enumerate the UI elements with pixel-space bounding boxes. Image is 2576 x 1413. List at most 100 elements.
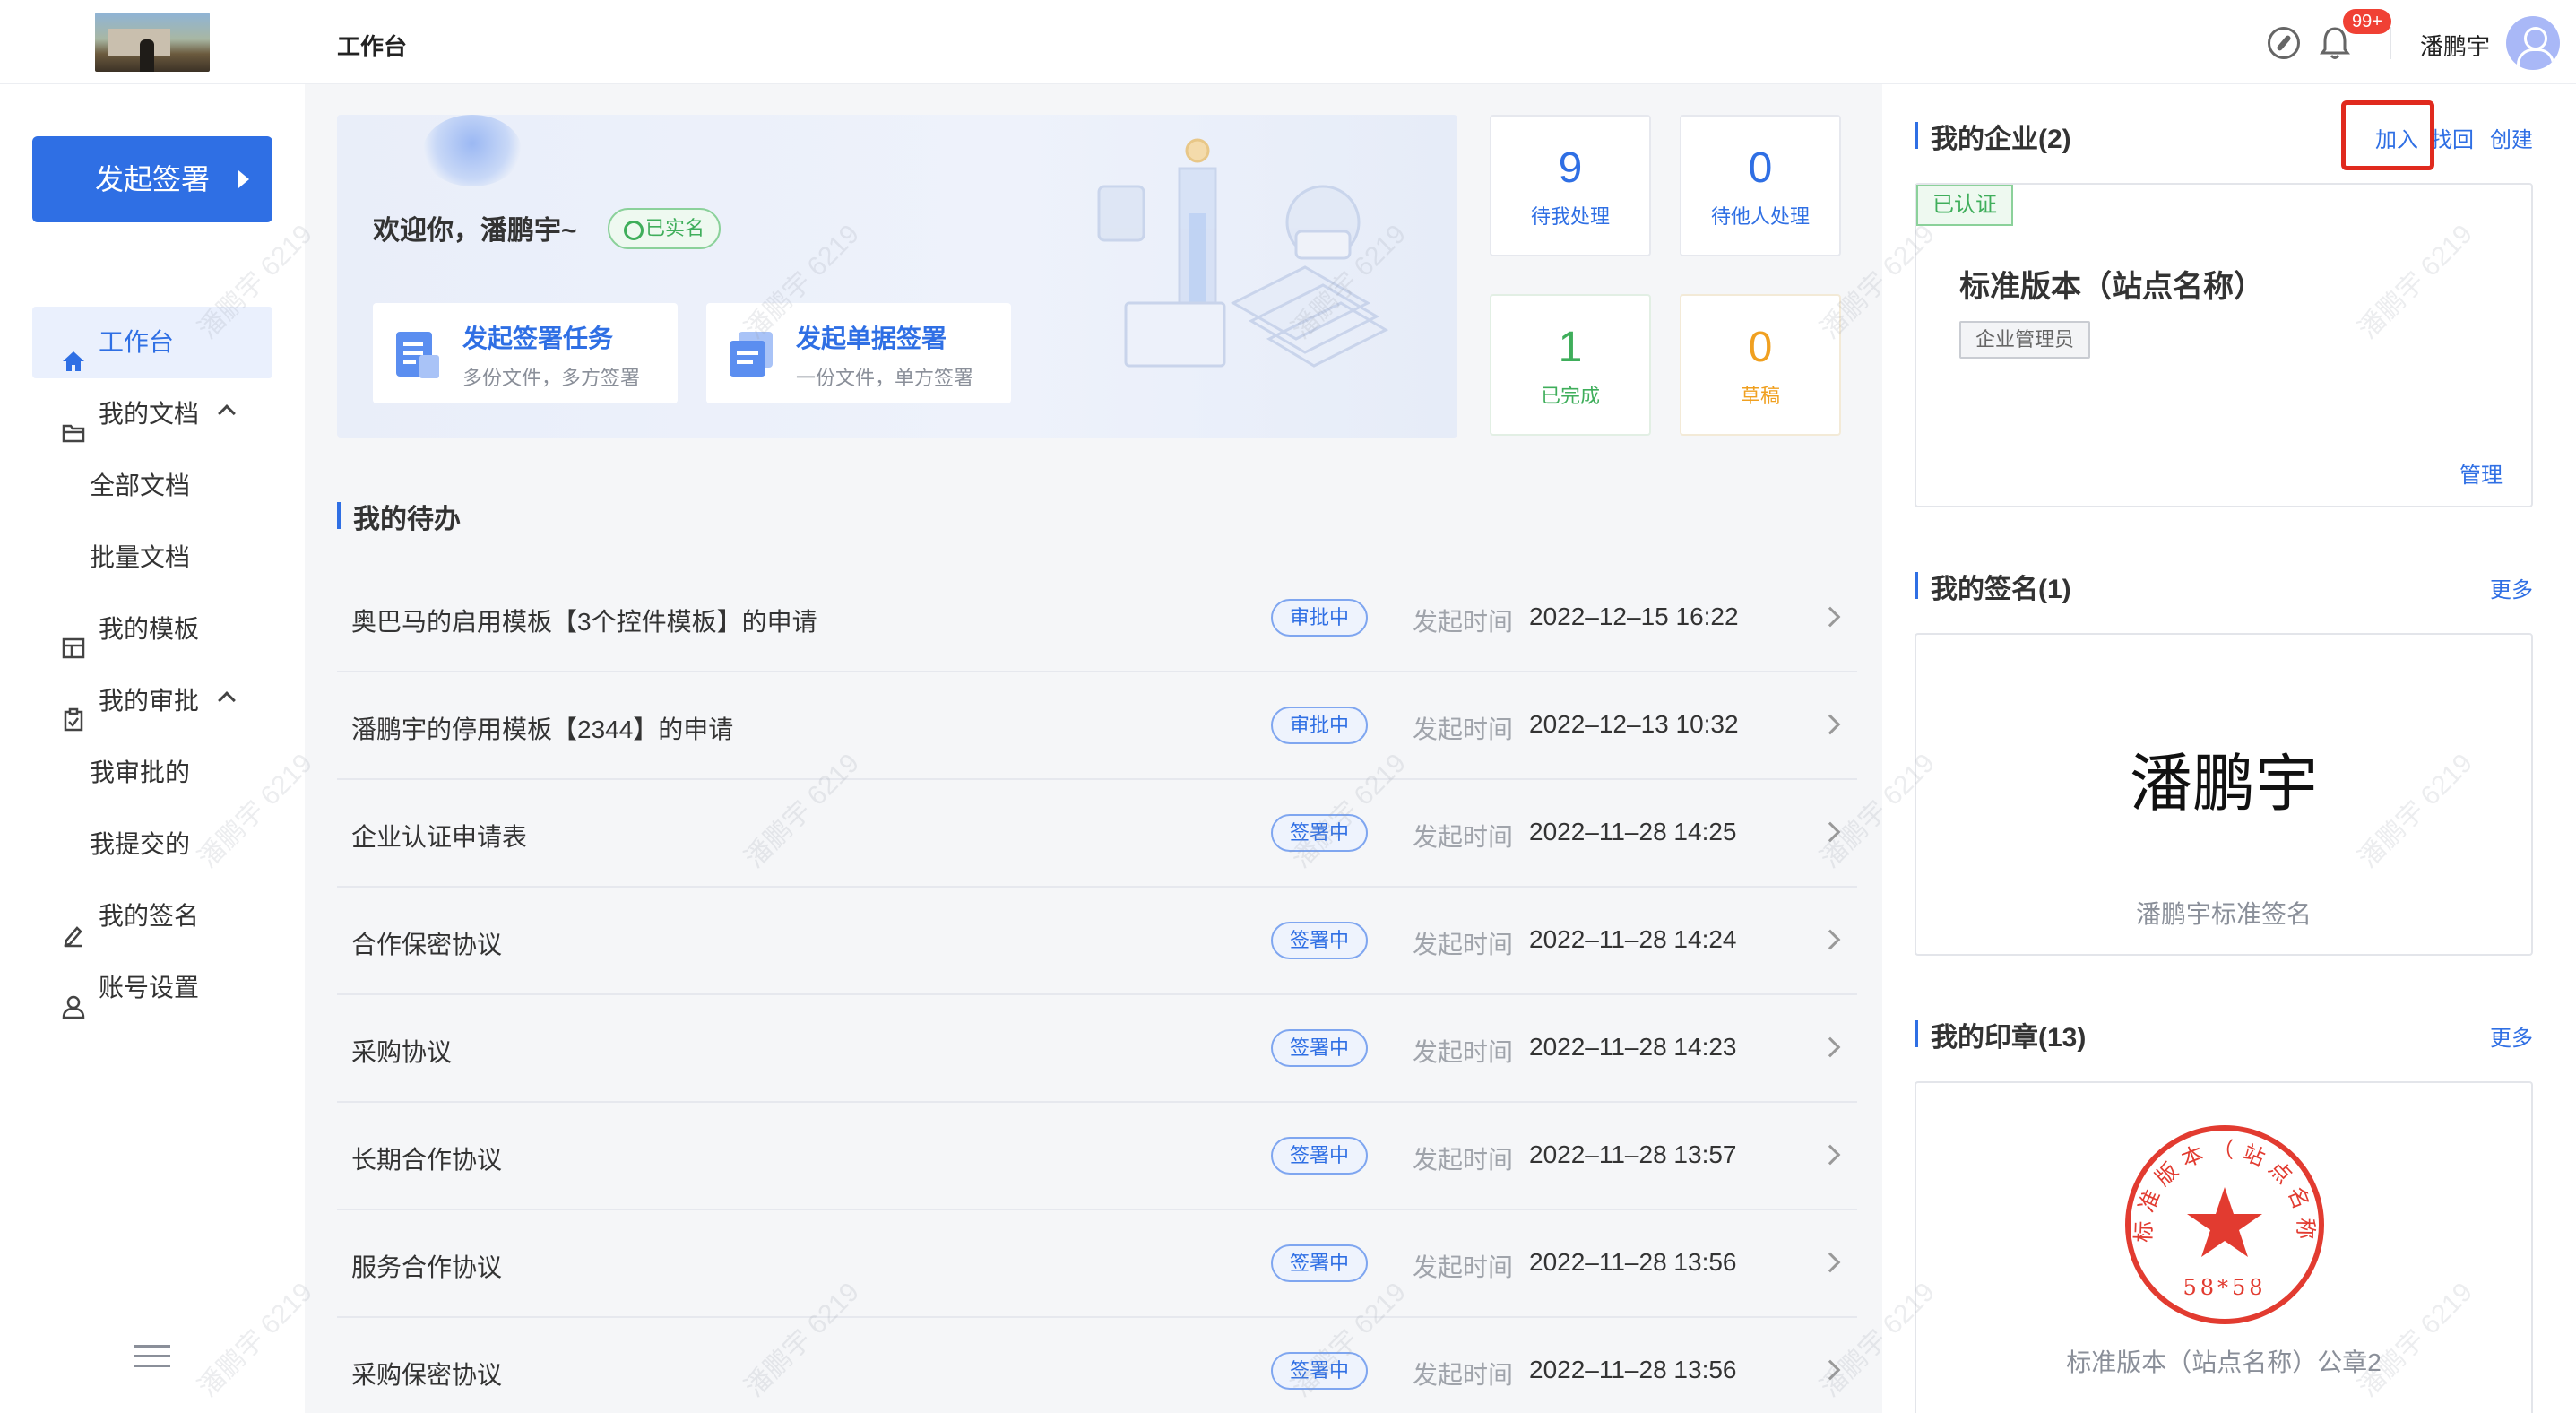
signature-image: 潘鹏宇: [2130, 747, 2318, 820]
sidebar-item-label: 工作台: [99, 328, 175, 356]
collapse-menu-icon[interactable]: [134, 1345, 170, 1375]
todo-name: 潘鹏宇的停用模板【2344】的申请: [351, 715, 734, 743]
certified-tag: 已认证: [1916, 185, 2013, 226]
sidebar-item-submitted-by-me[interactable]: 我提交的: [32, 809, 272, 880]
sidebar-item-label: 账号设置: [99, 974, 200, 1001]
todo-time: 2022–11–28 14:24: [1529, 925, 1737, 953]
time-label: 发起时间: [1413, 1253, 1514, 1281]
todo-row[interactable]: 合作保密协议 签署中 发起时间 2022–11–28 14:24: [337, 888, 1857, 995]
chevron-up-icon: [218, 404, 236, 422]
todo-time: 2022–11–28 13:56: [1529, 1248, 1737, 1276]
stat-drafts[interactable]: 0 草稿: [1680, 294, 1841, 436]
chevron-right-icon[interactable]: [1820, 1252, 1841, 1273]
welcome-greeting: 欢迎你，潘鹏宇~: [373, 216, 577, 246]
seal-more-link[interactable]: 更多: [2490, 1020, 2533, 1052]
todo-row[interactable]: 企业认证申请表 签署中 发起时间 2022–11–28 14:25: [337, 780, 1857, 888]
sidebar-item-all-documents[interactable]: 全部文档: [32, 450, 272, 522]
seal-code: 58*58: [2183, 1275, 2266, 1300]
stat-completed[interactable]: 1 已完成: [1490, 294, 1651, 436]
chevron-right-icon[interactable]: [1820, 1359, 1841, 1381]
todo-time: 2022–12–13 10:32: [1529, 710, 1739, 738]
manage-link[interactable]: 管理: [2459, 457, 2503, 489]
todo-row[interactable]: 服务合作协议 签署中 发起时间 2022–11–28 13:56: [337, 1210, 1857, 1318]
start-task-card[interactable]: 发起签署任务 多份文件，多方签署: [373, 303, 678, 403]
todo-time: 2022–11–28 13:56: [1529, 1356, 1737, 1383]
sidebar-item-label: 我提交的: [90, 830, 191, 858]
todo-time: 2022–11–28 13:57: [1529, 1140, 1737, 1168]
role-badge: 企业管理员: [1959, 321, 2091, 359]
page-title: 工作台: [337, 33, 408, 60]
signature-section-title: 我的签名(1): [1915, 567, 2071, 606]
todo-name: 奥巴马的启用模板【3个控件模板】的申请: [351, 608, 817, 636]
todo-row[interactable]: 潘鹏宇的停用模板【2344】的申请 审批中 发起时间 2022–12–13 10…: [337, 672, 1857, 780]
status-badge: 审批中: [1271, 706, 1368, 744]
chevron-right-icon[interactable]: [1820, 1144, 1841, 1166]
stat-value: 0: [1748, 324, 1773, 371]
sidebar-item-label: 我的审批: [99, 687, 200, 715]
stat-label: 待他人处理: [1710, 205, 1810, 228]
stat-pending-me[interactable]: 9 待我处理: [1490, 115, 1651, 256]
sidebar-item-label: 我审批的: [90, 759, 191, 786]
chevron-right-icon[interactable]: [1820, 1036, 1841, 1058]
folder-icon: [61, 402, 86, 443]
todo-time: 2022–12–15 16:22: [1529, 602, 1739, 630]
recover-link[interactable]: 找回: [2431, 122, 2474, 153]
status-badge: 签署中: [1271, 1137, 1368, 1175]
avatar[interactable]: [2506, 16, 2560, 70]
sidebar-item-label: 我的模板: [99, 615, 200, 643]
status-badge: 签署中: [1271, 922, 1368, 959]
time-label: 发起时间: [1413, 608, 1514, 636]
todo-time: 2022–11–28 14:25: [1529, 818, 1737, 845]
time-label: 发起时间: [1413, 1361, 1514, 1389]
chevron-right-icon[interactable]: [1820, 606, 1841, 628]
sidebar-item-documents[interactable]: 我的文档: [32, 378, 272, 450]
bell-icon[interactable]: [2320, 25, 2350, 61]
signature-card[interactable]: 潘鹏宇 潘鹏宇标准签名: [1915, 633, 2533, 956]
sidebar-item-signatures[interactable]: 我的签名: [32, 880, 272, 952]
sidebar-item-approved-by-me[interactable]: 我审批的: [32, 737, 272, 809]
clipboard-icon: [61, 689, 86, 732]
todo-name: 合作保密协议: [351, 931, 503, 958]
compass-icon[interactable]: [2268, 27, 2300, 59]
todo-row[interactable]: 长期合作协议 签署中 发起时间 2022–11–28 13:57: [337, 1103, 1857, 1210]
enterprise-card[interactable]: 已认证 标准版本（站点名称） 企业管理员 管理: [1915, 183, 2533, 507]
company-logo[interactable]: [95, 13, 210, 72]
seal-card[interactable]: 标准版本（站点名称） 58*58 标准版本（站点名称）公章2: [1915, 1081, 2533, 1413]
stat-label: 草稿: [1740, 385, 1780, 407]
chevron-right-icon[interactable]: [1820, 821, 1841, 843]
top-bar: 工作台 99+ 潘鹏宇: [0, 0, 2576, 84]
seal-image: 标准版本（站点名称） 58*58: [2119, 1119, 2324, 1324]
sidebar-item-workbench[interactable]: 工作台: [32, 307, 272, 378]
chevron-up-icon: [218, 691, 236, 709]
todo-row[interactable]: 采购协议 签署中 发起时间 2022–11–28 14:23: [337, 995, 1857, 1103]
time-label: 发起时间: [1413, 1038, 1514, 1066]
receipt-icon: [726, 328, 776, 382]
start-receipt-card[interactable]: 发起单据签署 一份文件，单方签署: [706, 303, 1011, 403]
start-signing-button[interactable]: 发起签署: [32, 136, 272, 222]
enterprise-name: 标准版本（站点名称）: [1959, 270, 2264, 304]
sidebar-item-templates[interactable]: 我的模板: [32, 594, 272, 665]
chevron-right-icon[interactable]: [1820, 929, 1841, 950]
create-link[interactable]: 创建: [2490, 122, 2533, 153]
user-name[interactable]: 潘鹏宇: [2420, 29, 2490, 62]
sidebar-item-account-settings[interactable]: 账号设置: [32, 952, 272, 1024]
time-label: 发起时间: [1413, 715, 1514, 743]
todo-row[interactable]: 奥巴马的启用模板【3个控件模板】的申请 审批中 发起时间 2022–12–15 …: [337, 565, 1857, 672]
seal-name: 标准版本（站点名称）公章2: [2066, 1348, 2382, 1376]
decorative-blob: [423, 115, 522, 186]
todo-name: 采购保密协议: [351, 1361, 503, 1389]
stat-value: 1: [1558, 324, 1583, 371]
signature-more-link[interactable]: 更多: [2490, 572, 2533, 603]
todo-row[interactable]: 采购保密协议 签署中 发起时间 2022–11–28 13:56: [337, 1318, 1857, 1413]
document-icon: [393, 328, 443, 382]
todo-name: 企业认证申请表: [351, 823, 528, 851]
home-icon: [61, 330, 86, 371]
todo-list: 奥巴马的启用模板【3个控件模板】的申请 审批中 发起时间 2022–12–15 …: [337, 565, 1857, 1413]
todo-time: 2022–11–28 14:23: [1529, 1033, 1737, 1061]
sidebar-item-label: 全部文档: [90, 472, 191, 499]
sidebar-item-batch-documents[interactable]: 批量文档: [32, 522, 272, 594]
sidebar-item-approvals[interactable]: 我的审批: [32, 665, 272, 737]
stat-pending-others[interactable]: 0 待他人处理: [1680, 115, 1841, 256]
status-badge: 签署中: [1271, 1029, 1368, 1067]
chevron-right-icon[interactable]: [1820, 714, 1841, 735]
